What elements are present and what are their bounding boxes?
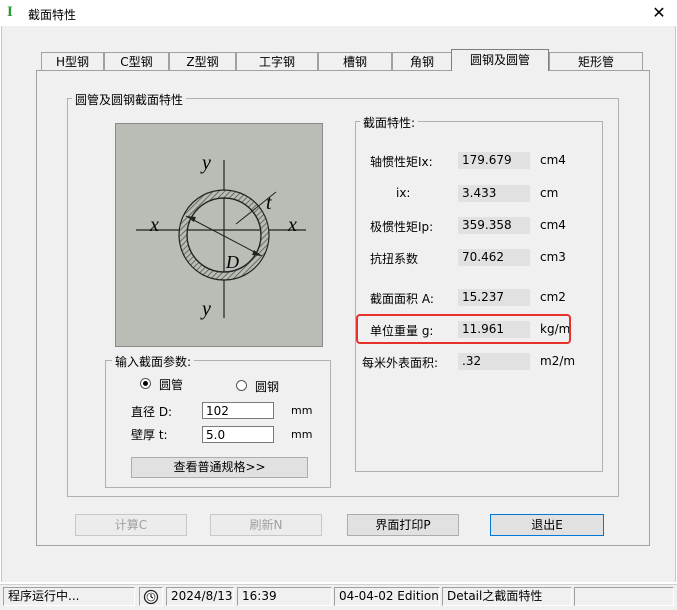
y-top-label: y [202, 152, 211, 174]
radio-bar[interactable] [236, 380, 247, 391]
area-label: 截面面积 A: [370, 292, 434, 306]
radio-bar-label: 圆钢 [255, 380, 280, 394]
cross-section-diagram: y y x x t D [115, 123, 323, 347]
status-state: 程序运行中... [3, 587, 135, 606]
ip-inertia-unit: cm4 [540, 218, 566, 232]
tab-angle[interactable]: 角钢 [392, 52, 452, 70]
status-edition: 04-04-02 Edition [334, 587, 440, 606]
tab-i-beam[interactable]: 工字钢 [236, 52, 318, 70]
ip-inertia-value: 359.358 [458, 217, 530, 234]
ix-inertia-unit: cm4 [540, 153, 566, 167]
surface-area-value: .32 [458, 353, 530, 370]
tab-rect-tube[interactable]: 矩形管 [549, 52, 643, 70]
tab-round-tube[interactable]: 圆钢及圆管 [451, 49, 549, 71]
status-context: Detail之截面特性 [442, 587, 572, 606]
radio-tube-label: 圆管 [159, 378, 184, 392]
unit-weight-highlight [356, 314, 571, 344]
thickness-input[interactable] [202, 426, 274, 443]
ip-inertia-label: 极惯性矩Ip: [370, 220, 434, 234]
view-spec-button[interactable]: 查看普通规格>> [131, 457, 308, 478]
area-value: 15.237 [458, 289, 530, 306]
input-group-title: 输入截面参数: [112, 353, 195, 370]
diameter-input[interactable] [202, 402, 274, 419]
exit-button[interactable]: 退出E [490, 514, 604, 536]
area-unit: cm2 [540, 290, 566, 304]
tab-c-steel[interactable]: C型钢 [104, 52, 169, 70]
thickness-label: 壁厚 t: [131, 428, 168, 442]
ix-radius-value: 3.433 [458, 185, 530, 202]
torsion-unit: cm3 [540, 250, 566, 264]
title-bar [0, 0, 677, 26]
ix-radius-unit: cm [540, 186, 559, 200]
props-group-title: 截面特性: [360, 114, 419, 131]
app-icon: I [7, 4, 13, 20]
diameter-unit: mm [291, 404, 313, 417]
t-label: t [266, 192, 272, 214]
torsion-label: 抗扭系数 [370, 252, 419, 266]
x-right-label: x [288, 214, 297, 236]
tab-channel[interactable]: 槽钢 [318, 52, 392, 70]
close-icon: ✕ [652, 3, 666, 22]
tab-h-steel[interactable]: H型钢 [41, 52, 104, 70]
torsion-value: 70.462 [458, 249, 530, 266]
status-time: 16:39 [237, 587, 332, 606]
clock-icon [143, 589, 159, 605]
status-empty [574, 587, 674, 606]
tab-z-steel[interactable]: Z型钢 [169, 52, 236, 70]
ix-radius-label: ix: [396, 186, 411, 200]
status-clock-cell [139, 587, 163, 606]
surface-area-label: 每米外表面积: [362, 356, 439, 370]
window-title: 截面特性 [28, 8, 77, 22]
diameter-label: 直径 D: [131, 405, 173, 419]
refresh-button[interactable]: 刷新N [210, 514, 322, 536]
radio-tube[interactable] [140, 378, 151, 389]
d-label: D [226, 252, 239, 272]
status-date: 2024/8/13 [166, 587, 234, 606]
section-group-title: 圆管及圆钢截面特性 [72, 91, 187, 108]
thickness-unit: mm [291, 428, 313, 441]
ix-inertia-value: 179.679 [458, 152, 530, 169]
surface-area-unit: m2/m [540, 354, 576, 368]
x-left-label: x [150, 214, 159, 236]
close-button[interactable]: ✕ [648, 3, 670, 23]
ix-inertia-label: 轴惯性矩Ix: [370, 155, 433, 169]
print-button[interactable]: 界面打印P [347, 514, 459, 536]
calc-button[interactable]: 计算C [75, 514, 187, 536]
y-bottom-label: y [202, 298, 211, 320]
